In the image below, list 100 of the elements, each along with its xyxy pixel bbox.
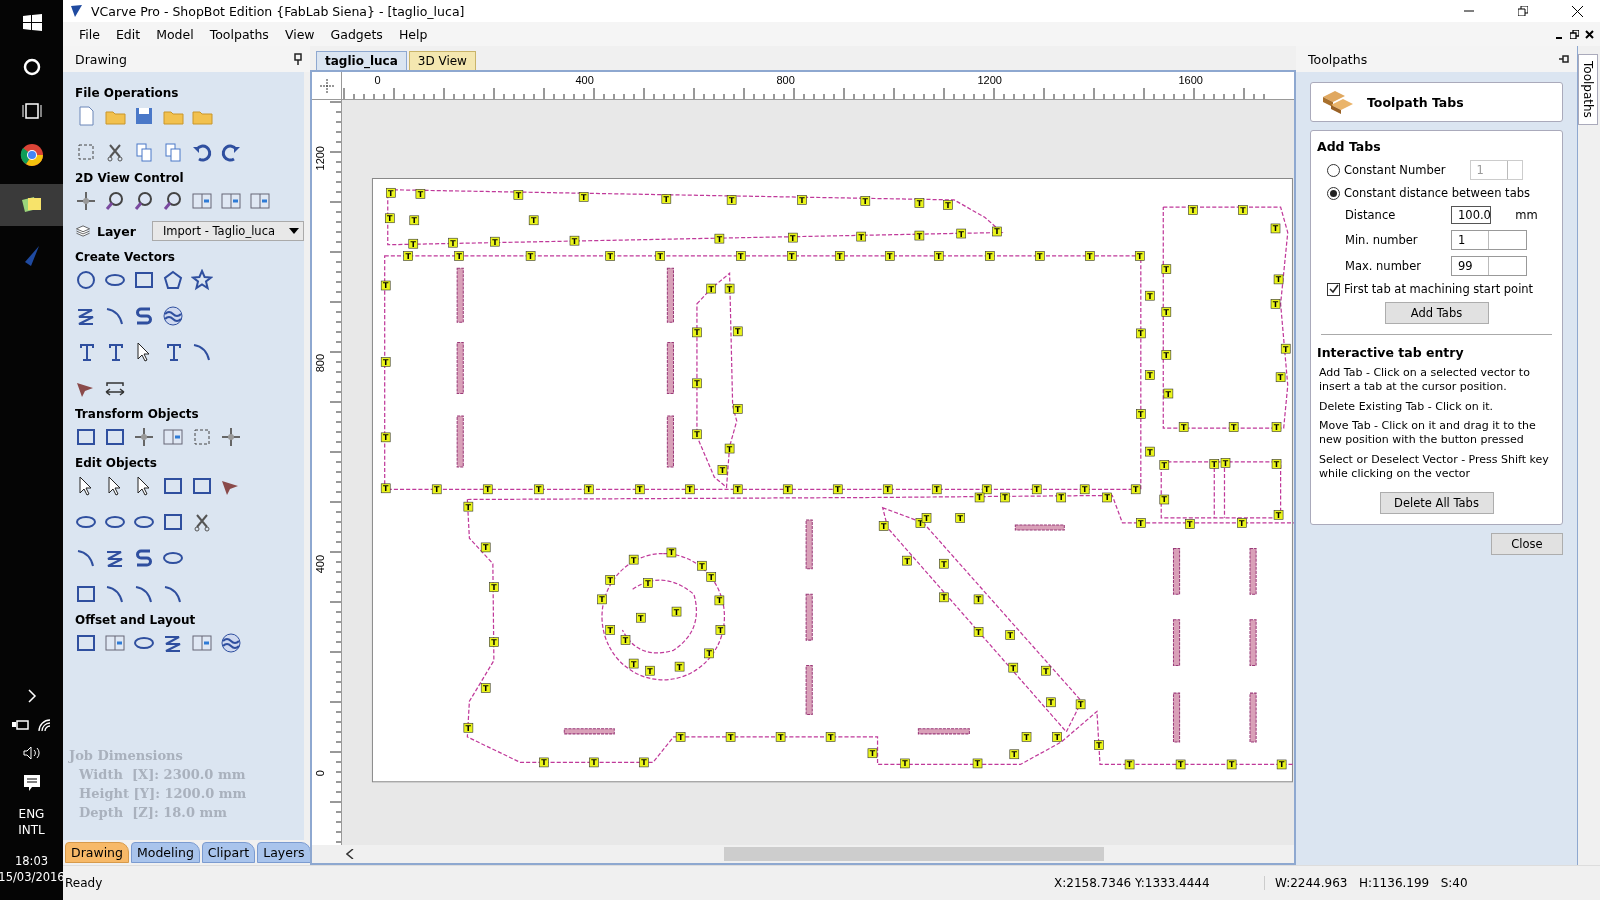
section-title: Offset and Layout	[75, 613, 197, 627]
save-icon[interactable]	[133, 105, 155, 127]
arc-icon[interactable]	[191, 341, 213, 363]
magnifier-icon[interactable]	[104, 190, 126, 212]
panel-icon[interactable]	[191, 190, 213, 212]
close-icon[interactable]	[1571, 5, 1583, 17]
star-icon[interactable]	[191, 269, 213, 291]
copy-icon[interactable]	[133, 141, 155, 163]
help-text: Select or Deselect Vector - Press Shift key while clicking on the vector	[1318, 452, 1550, 481]
slot-outline	[805, 665, 813, 716]
clock-time[interactable]: 18:03	[0, 852, 65, 870]
arc-icon[interactable]	[104, 305, 126, 327]
rectangle-icon[interactable]	[75, 426, 97, 448]
curve-icon[interactable]	[133, 547, 155, 569]
battery-icon[interactable]	[10, 718, 29, 733]
help-text: Add Tab - Click on a selected vector to insert a tab at the cursor position.	[1318, 366, 1531, 394]
notification-icon[interactable]	[22, 774, 41, 793]
pin-icon[interactable]	[1559, 55, 1569, 63]
number-spinner[interactable]: 99	[1451, 256, 1527, 276]
panel-icon[interactable]	[249, 190, 271, 212]
magnifier-icon[interactable]	[162, 190, 184, 212]
document-tab[interactable]: 3D View	[408, 51, 476, 70]
slot-outline	[456, 342, 464, 395]
language-indicator[interactable]: ENG	[18, 806, 45, 823]
checkbox-label: First tab at machining start point	[1344, 282, 1534, 296]
slot-outline	[1172, 692, 1181, 743]
menu-item[interactable]: View	[276, 24, 323, 44]
section-title: Transform Objects	[75, 407, 200, 421]
window-title: VCarve Pro - ShopBot Edition {FabLab Siena} - [taglio_luca]	[91, 3, 466, 19]
menu-item[interactable]: Help	[390, 24, 436, 44]
slot-outline	[563, 728, 615, 735]
side-tab[interactable]: Toolpaths	[1578, 54, 1598, 125]
menu-item[interactable]: Edit	[107, 24, 149, 44]
slot-outline	[1249, 692, 1257, 743]
layer-dropdown[interactable]: Import - Taglio_luca	[151, 221, 304, 241]
clock-date[interactable]: 15/03/2016	[0, 869, 65, 886]
circle-icon[interactable]	[75, 269, 97, 291]
ruler-label: 1200	[977, 74, 1002, 86]
wave-icon[interactable]	[162, 305, 184, 327]
help-text: Move Tab - Click on it and drag it to the new position with the button pressed	[1318, 419, 1537, 447]
grid-icon[interactable]	[191, 632, 213, 654]
scrollbar-thumb[interactable]	[724, 847, 1104, 861]
chevron-icon[interactable]	[25, 688, 38, 705]
delete-all-tabs-button[interactable]: Delete All Tabs	[1379, 492, 1494, 515]
radio-button[interactable]	[1327, 186, 1340, 200]
pin-icon[interactable]	[294, 53, 302, 65]
panel-tab[interactable]: Drawing	[65, 842, 129, 863]
panel-tab[interactable]: Modeling	[131, 842, 200, 863]
section-title: Edit Objects	[75, 456, 158, 470]
rectangle-icon[interactable]	[133, 269, 155, 291]
ruler-label: 400	[575, 74, 594, 86]
document-tab[interactable]: taglio_luca	[316, 51, 407, 70]
menu-item[interactable]: Toolpaths	[201, 24, 277, 44]
caret-icon	[289, 228, 299, 234]
close-icon[interactable]	[1585, 29, 1594, 39]
add-tabs-button[interactable]: Add Tabs	[1384, 302, 1489, 324]
checkbox[interactable]	[1327, 282, 1340, 296]
crosshair-icon[interactable]	[220, 426, 242, 448]
panel-tab[interactable]: Clipart	[201, 842, 256, 863]
slot-outline	[1014, 524, 1065, 531]
slot-outline	[805, 519, 813, 570]
move-arrows-icon[interactable]	[75, 190, 97, 212]
s-curve-icon[interactable]	[133, 305, 155, 327]
panel-title: Toolpaths	[1308, 51, 1368, 67]
speaker-icon[interactable]	[21, 746, 42, 761]
crosshair-icon[interactable]	[319, 78, 334, 93]
rectangle-icon[interactable]	[162, 475, 184, 497]
radio-label: Constant distance between tabs	[1344, 186, 1530, 200]
panel-tab[interactable]: Layers	[257, 842, 311, 863]
number-spinner[interactable]: 1	[1451, 230, 1527, 250]
rectangle-icon[interactable]	[104, 426, 126, 448]
slot-outline	[917, 728, 970, 735]
slot-outline	[805, 593, 813, 641]
slot-outline	[666, 342, 674, 395]
restore-icon[interactable]	[1518, 6, 1528, 16]
cross-icon[interactable]	[133, 426, 155, 448]
wifi-icon[interactable]	[36, 718, 53, 733]
section-title: Interactive tab entry	[1317, 345, 1465, 360]
menu-item[interactable]: Gadgets	[322, 24, 391, 44]
magnifier-icon[interactable]	[133, 190, 155, 212]
radio-label: Constant Number	[1344, 163, 1446, 177]
menu-item[interactable]: Model	[148, 24, 202, 44]
selection-size: W:2244.963 H:1136.199 S:40	[1264, 876, 1468, 890]
close-button[interactable]: Close	[1491, 533, 1563, 556]
ruler-label: 1200	[314, 145, 326, 171]
wood-blocks-icon	[1321, 89, 1355, 115]
language-indicator[interactable]: INTL	[18, 822, 45, 839]
rectangle-icon[interactable]	[191, 475, 213, 497]
menu-item[interactable]: File	[71, 24, 108, 44]
panel-title: Drawing	[75, 51, 127, 67]
app-logo-icon	[69, 4, 83, 18]
slot-outline	[1249, 619, 1257, 667]
scroll-left-icon[interactable]	[346, 849, 354, 859]
input-field[interactable]: 100.0	[1451, 206, 1491, 224]
ruler-label: 0	[314, 769, 326, 776]
pentagon-icon[interactable]	[162, 269, 184, 291]
status-message: Ready	[64, 876, 104, 890]
grid-icon[interactable]	[104, 632, 126, 654]
restore-icon[interactable]	[1570, 29, 1579, 39]
panel-icon[interactable]	[220, 190, 242, 212]
